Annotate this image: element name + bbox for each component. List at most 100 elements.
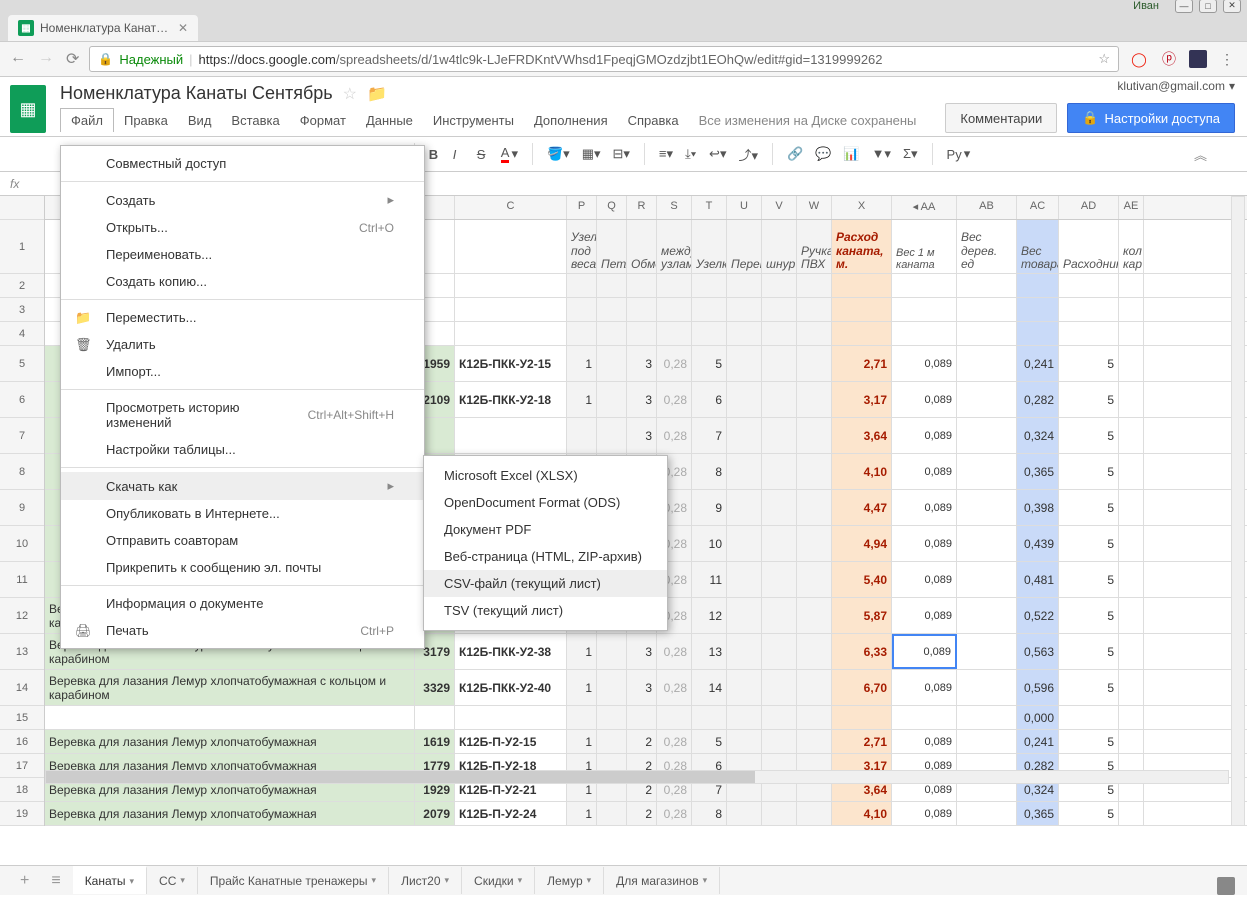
menu-rename[interactable]: Переименовать... (61, 241, 424, 268)
cell[interactable] (727, 730, 762, 753)
cell[interactable]: 10 (692, 526, 727, 561)
cell[interactable]: 0,522 (1017, 598, 1059, 633)
field-header[interactable]: Узелки (692, 220, 727, 273)
menu-view[interactable]: Вид (178, 109, 222, 132)
cell[interactable]: 5 (1059, 730, 1119, 753)
fill-color-button[interactable]: 🪣▾ (543, 144, 574, 164)
cell[interactable] (1119, 526, 1144, 561)
cell[interactable] (45, 706, 415, 729)
account-email[interactable]: klutivan@gmail.com▾ (1117, 79, 1235, 93)
cell[interactable]: 0,089 (892, 526, 957, 561)
cell[interactable]: 12 (692, 598, 727, 633)
move-folder-icon[interactable]: 📁 (367, 84, 387, 104)
cell[interactable] (957, 802, 1017, 825)
cell[interactable]: 0,28 (657, 730, 692, 753)
menu-file[interactable]: Файл (60, 108, 114, 132)
cell[interactable] (797, 706, 832, 729)
cell[interactable] (762, 490, 797, 525)
cell[interactable]: 4,47 (832, 490, 892, 525)
cell[interactable]: 5,40 (832, 562, 892, 597)
field-header[interactable]: Петля (597, 220, 627, 273)
column-header[interactable]: Q (597, 196, 627, 219)
pinterest-ext-icon[interactable]: ⓟ (1159, 49, 1179, 69)
sheet-tab[interactable]: Прайс Канатные тренажеры▾ (198, 867, 389, 894)
cell[interactable] (957, 670, 1017, 705)
cell[interactable] (1119, 418, 1144, 453)
field-header[interactable]: Вес 1 м каната (892, 220, 957, 273)
bookmark-star-icon[interactable]: ☆ (1098, 51, 1110, 67)
cell[interactable]: 3,17 (832, 382, 892, 417)
cell[interactable] (727, 706, 762, 729)
chart-button[interactable]: 📊 (839, 144, 863, 164)
cell[interactable] (1119, 706, 1144, 729)
cell[interactable]: 8 (692, 802, 727, 825)
functions-button[interactable]: Σ▾ (899, 144, 922, 164)
cell[interactable]: К12Б-П-У2-15 (455, 730, 567, 753)
cell[interactable]: 5 (1059, 670, 1119, 705)
cell[interactable] (957, 490, 1017, 525)
cell[interactable] (727, 598, 762, 633)
cell[interactable] (1119, 490, 1144, 525)
cell[interactable] (1059, 706, 1119, 729)
cell[interactable] (692, 706, 727, 729)
cell[interactable]: 5 (692, 346, 727, 381)
add-sheet-button[interactable]: + (10, 868, 39, 894)
cell[interactable] (627, 706, 657, 729)
cell[interactable] (797, 490, 832, 525)
cell[interactable]: 6 (692, 382, 727, 417)
cell[interactable]: 3 (627, 670, 657, 705)
cell[interactable]: 0,089 (892, 346, 957, 381)
column-header[interactable]: AD (1059, 196, 1119, 219)
cell[interactable] (762, 346, 797, 381)
menu-edit[interactable]: Правка (114, 109, 178, 132)
cell[interactable] (1119, 634, 1144, 669)
field-header[interactable]: кол кар (1119, 220, 1144, 273)
text-color-button[interactable]: A ▾ (497, 143, 522, 165)
cell[interactable] (1119, 382, 1144, 417)
cell[interactable] (597, 418, 627, 453)
cell[interactable] (567, 418, 597, 453)
column-header[interactable]: AB (957, 196, 1017, 219)
url-input[interactable]: 🔒 Надежный | https://docs.google.com/spr… (89, 46, 1119, 72)
maximize-button[interactable]: □ (1199, 0, 1217, 13)
cell[interactable] (455, 706, 567, 729)
download-pdf[interactable]: Документ PDF (424, 516, 667, 543)
column-header[interactable]: P (567, 196, 597, 219)
cell[interactable]: 0,596 (1017, 670, 1059, 705)
column-header[interactable]: V (762, 196, 797, 219)
cell[interactable] (597, 730, 627, 753)
cell[interactable]: 5 (1059, 418, 1119, 453)
cell[interactable]: 1619 (415, 730, 455, 753)
cell[interactable] (727, 526, 762, 561)
tab-close-icon[interactable]: ✕ (178, 21, 188, 35)
menu-insert[interactable]: Вставка (221, 109, 289, 132)
cell[interactable] (797, 730, 832, 753)
cell[interactable]: Веревка для лазания Лемур хлопчатобумажн… (45, 730, 415, 753)
wrap-button[interactable]: ↩▾ (705, 144, 730, 164)
column-header[interactable]: AE (1119, 196, 1144, 219)
merge-button[interactable]: ⊟▾ (609, 144, 634, 164)
download-ods[interactable]: OpenDocument Format (ODS) (424, 489, 667, 516)
minimize-button[interactable]: — (1175, 0, 1193, 13)
cell[interactable] (762, 454, 797, 489)
cell[interactable] (797, 454, 832, 489)
cell[interactable]: К12Б-ПКК-У2-38 (455, 634, 567, 669)
sheet-tab[interactable]: Канаты▾ (73, 866, 147, 894)
all-sheets-button[interactable]: ≡ (41, 868, 70, 894)
cell[interactable]: 3 (627, 346, 657, 381)
cell[interactable]: 4,94 (832, 526, 892, 561)
cell[interactable]: 0,089 (892, 454, 957, 489)
cell[interactable]: 3 (627, 634, 657, 669)
cell[interactable] (455, 418, 567, 453)
filter-button[interactable]: ▼▾ (868, 144, 895, 164)
cell[interactable] (657, 706, 692, 729)
cell[interactable] (797, 382, 832, 417)
menu-share[interactable]: Совместный доступ (61, 150, 424, 177)
cell[interactable]: 0,28 (657, 382, 692, 417)
close-button[interactable]: ✕ (1223, 0, 1241, 13)
cell[interactable]: 0,089 (892, 382, 957, 417)
cell[interactable] (727, 802, 762, 825)
field-header[interactable]: Вес товара (1017, 220, 1059, 273)
cell[interactable] (727, 634, 762, 669)
cell[interactable] (892, 706, 957, 729)
